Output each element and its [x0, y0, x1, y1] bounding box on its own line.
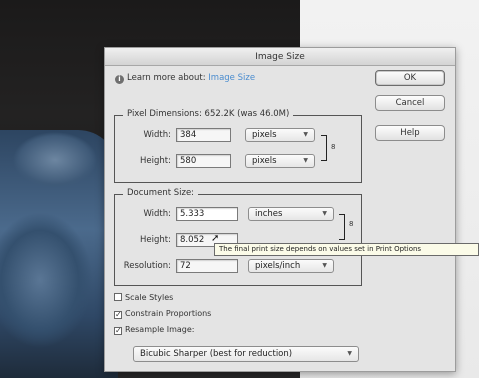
scale-styles-checkbox[interactable]: Scale Styles [114, 293, 173, 302]
pixel-height-unit: pixels [252, 156, 277, 166]
pixel-constrain-bracket [321, 135, 327, 161]
doc-width-unit-select[interactable]: inches ▼ [248, 207, 334, 221]
pixel-width-unit: pixels [252, 130, 277, 140]
pixel-width-label: Width: [143, 130, 171, 140]
resolution-unit-select[interactable]: pixels/inch ▼ [248, 259, 334, 273]
print-size-tooltip: The final print size depends on values s… [214, 243, 479, 256]
pixel-width-unit-select[interactable]: pixels ▼ [245, 128, 315, 142]
document-size-title: Document Size: [123, 188, 199, 198]
chevron-down-icon: ▼ [322, 210, 327, 217]
resample-image-label: Resample Image: [125, 325, 195, 334]
resample-method-value: Bicubic Sharper (best for reduction) [140, 349, 293, 359]
photo-subject [0, 130, 118, 378]
scale-styles-label: Scale Styles [125, 293, 174, 302]
cancel-button[interactable]: Cancel [375, 95, 445, 111]
scale-styles-box[interactable] [114, 293, 122, 301]
chain-link-icon: 8 [349, 220, 354, 228]
info-icon: i [115, 75, 124, 84]
doc-height-label: Height: [140, 235, 171, 245]
chevron-down-icon: ▼ [347, 350, 352, 357]
pixel-dimensions-title: Pixel Dimensions: 652.2K (was 46.0M) [123, 109, 294, 119]
resample-method-select[interactable]: Bicubic Sharper (best for reduction) ▼ [133, 346, 359, 362]
resample-image-box[interactable]: ✓ [114, 327, 122, 335]
constrain-proportions-checkbox[interactable]: ✓ Constrain Proportions [114, 309, 211, 319]
constrain-proportions-box[interactable]: ✓ [114, 311, 122, 319]
pixel-dimensions-group: Pixel Dimensions: 652.2K (was 46.0M) Wid… [114, 109, 362, 183]
resolution-input[interactable]: 72 [176, 259, 238, 273]
resolution-unit: pixels/inch [255, 261, 301, 271]
pixel-height-label: Height: [140, 156, 171, 166]
image-size-dialog: Image Size i Learn more about: Image Size… [104, 47, 456, 372]
constrain-proportions-label: Constrain Proportions [125, 309, 212, 318]
ok-button[interactable]: OK [375, 70, 445, 86]
document-size-group: Document Size: Width: 5.333 inches ▼ Heig… [114, 188, 362, 286]
learn-more-link[interactable]: Image Size [208, 73, 255, 83]
chain-link-icon: 8 [331, 143, 336, 151]
chevron-down-icon: ▼ [303, 157, 308, 164]
doc-width-unit: inches [255, 209, 283, 219]
learn-more-label: Learn more about: [127, 73, 206, 83]
dialog-title: Image Size [105, 48, 455, 66]
learn-more: i Learn more about: Image Size [115, 73, 255, 84]
doc-width-input[interactable]: 5.333 [176, 207, 238, 221]
doc-constrain-bracket [339, 214, 345, 240]
pixel-height-input[interactable]: 580 [176, 154, 231, 168]
pixel-height-unit-select[interactable]: pixels ▼ [245, 154, 315, 168]
chevron-down-icon: ▼ [303, 131, 308, 138]
resample-image-checkbox[interactable]: ✓ Resample Image: [114, 325, 195, 335]
doc-width-label: Width: [143, 209, 171, 219]
help-button[interactable]: Help [375, 125, 445, 141]
pixel-width-input[interactable]: 384 [176, 128, 231, 142]
resolution-label: Resolution: [123, 261, 171, 271]
chevron-down-icon: ▼ [322, 262, 327, 269]
